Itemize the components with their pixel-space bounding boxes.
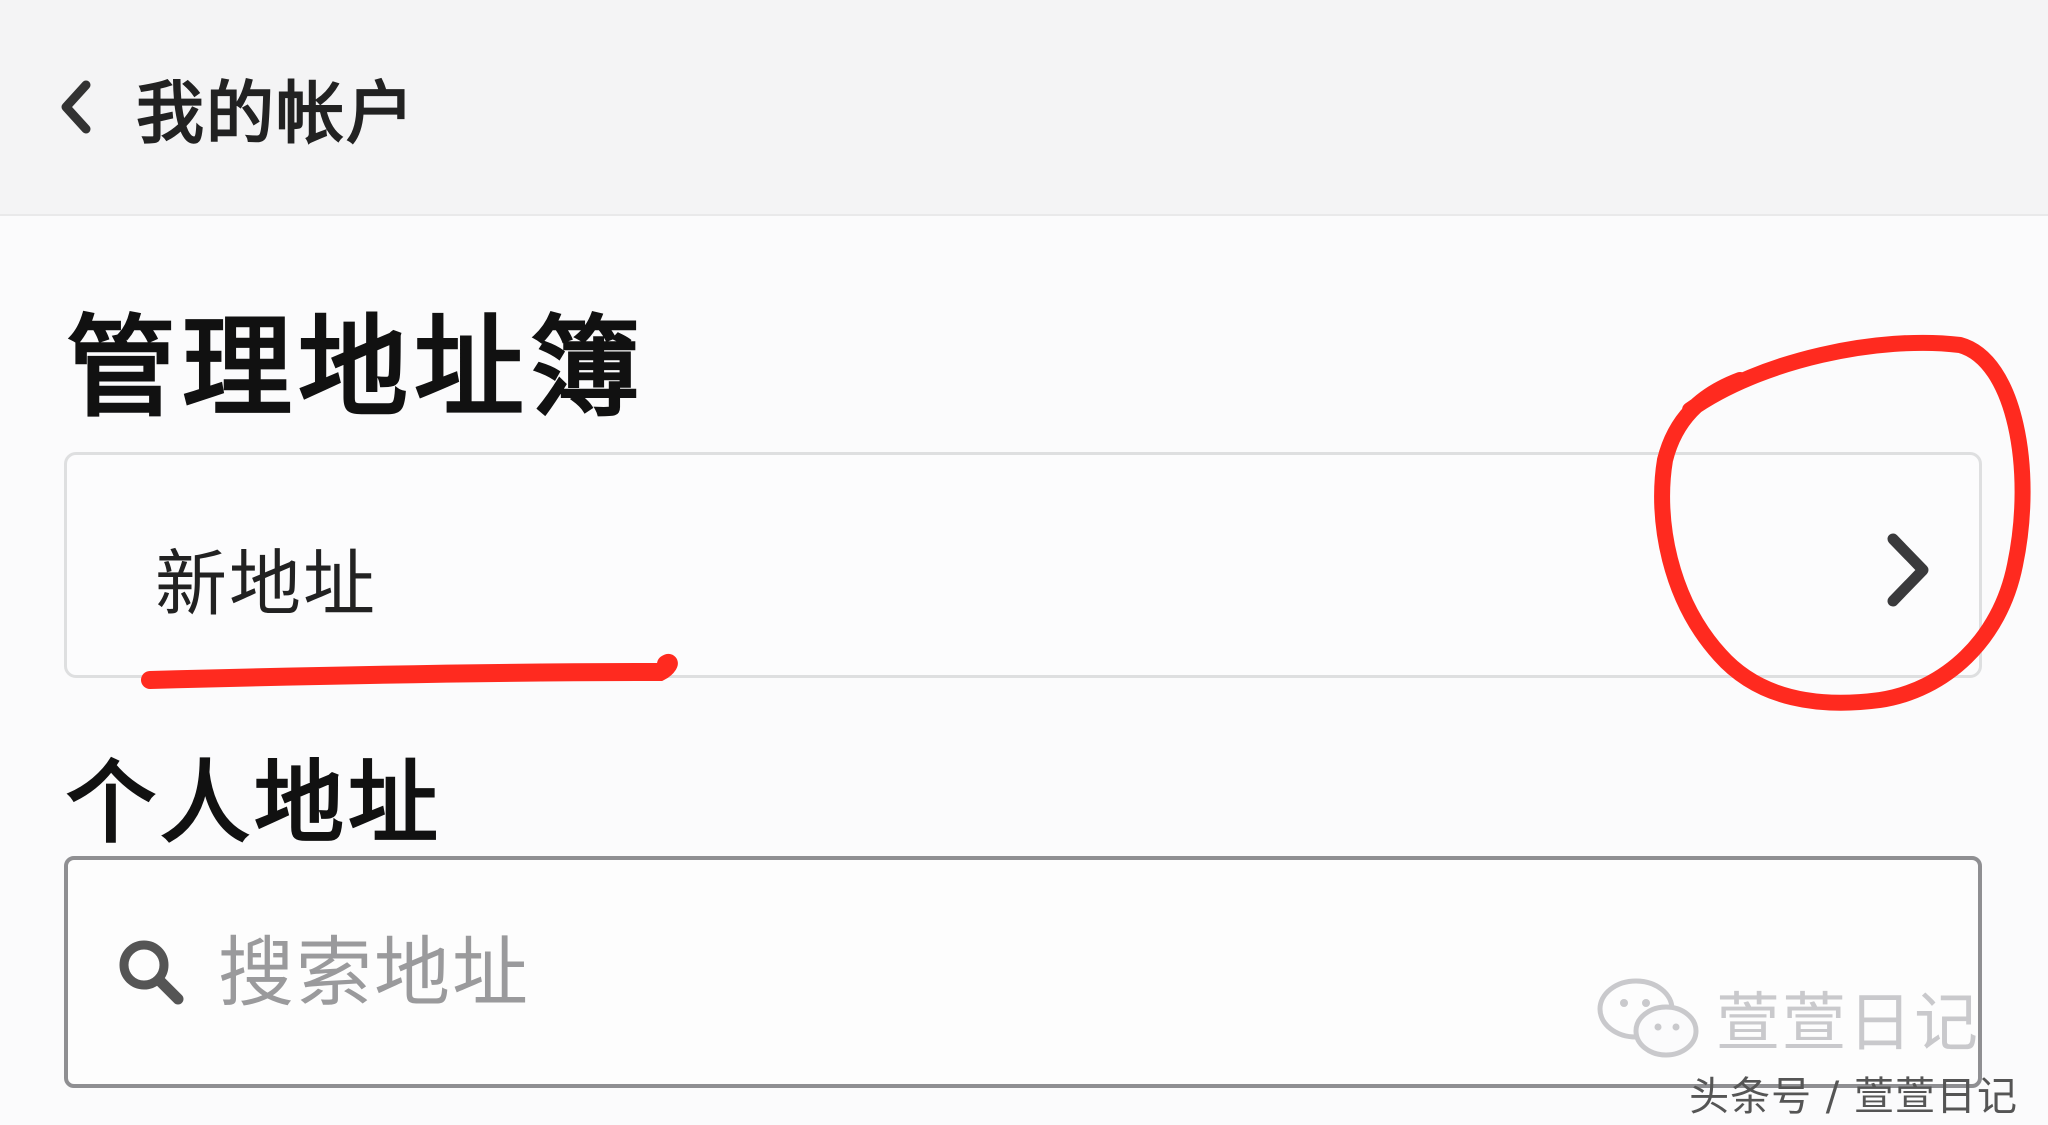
watermark: 萱萱日记 xyxy=(1594,972,1980,1064)
back-label: 我的帐户 xyxy=(136,74,417,154)
watermark-brand: 萱萱日记 xyxy=(1716,987,1980,1061)
personal-address-heading: 个人地址 xyxy=(66,751,442,856)
wechat-icon xyxy=(1594,973,1704,1063)
page: 我的帐户 管理地址簿 新地址 个人地址 搜索地址 萱萱日记 头条号 / 萱萱日记 xyxy=(0,0,2048,1125)
chevron-left-icon xyxy=(56,77,96,137)
watermark-source: 头条号 / 萱萱日记 xyxy=(1689,1074,2018,1120)
new-address-label: 新地址 xyxy=(155,542,378,626)
new-address-row[interactable]: 新地址 xyxy=(64,452,1982,678)
page-title: 管理地址簿 xyxy=(66,304,646,432)
top-nav-bar: 我的帐户 xyxy=(0,0,2048,216)
chevron-right-icon xyxy=(1879,525,1939,615)
back-button[interactable]: 我的帐户 xyxy=(56,62,436,154)
address-search-input[interactable] xyxy=(216,926,1520,1018)
search-icon xyxy=(116,937,186,1007)
